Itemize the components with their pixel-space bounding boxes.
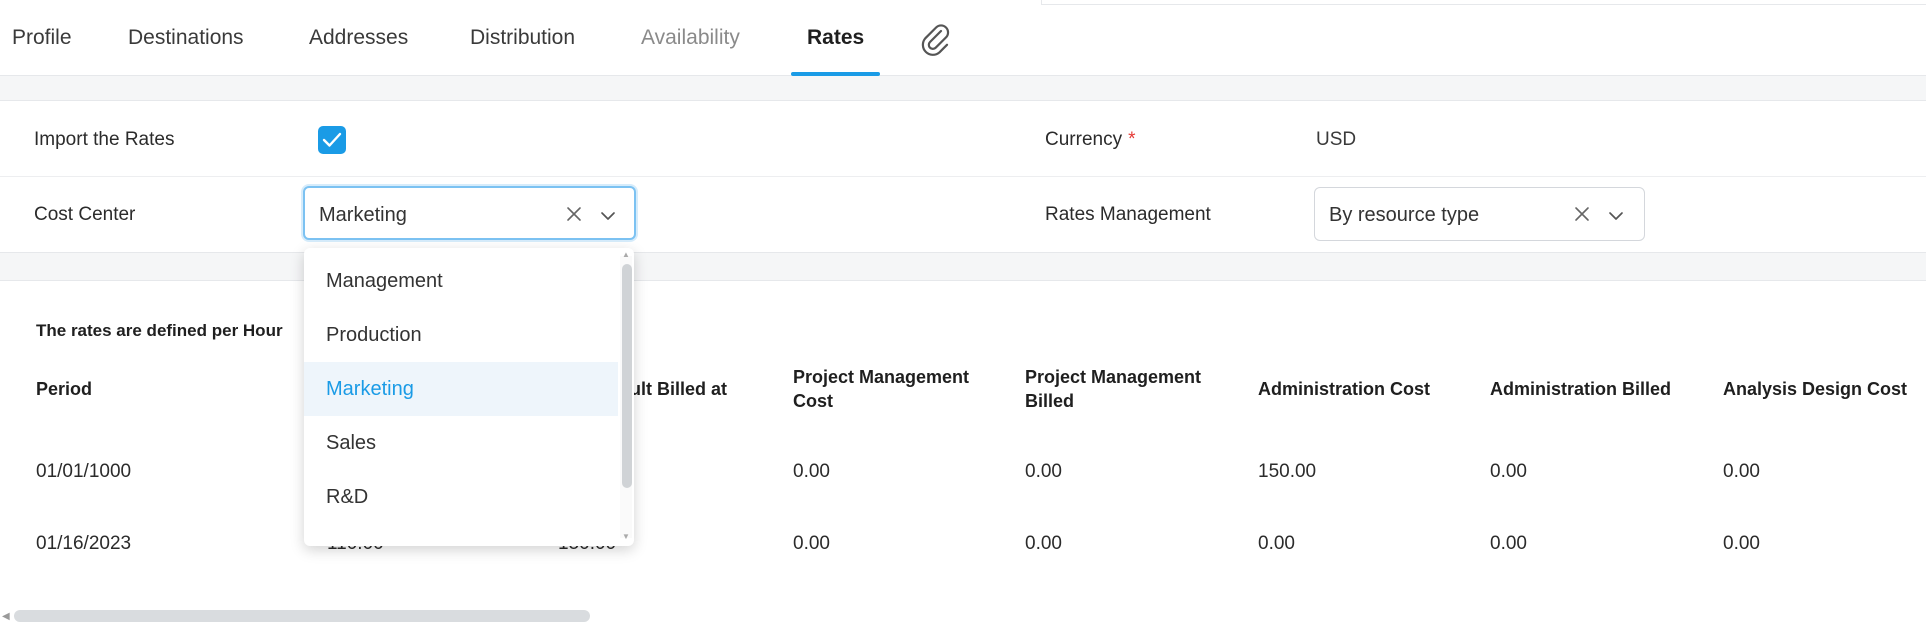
currency-value: USD xyxy=(1316,129,1357,150)
scroll-left-arrow-icon[interactable]: ◀ xyxy=(2,611,10,622)
tab-distribution[interactable]: Distribution xyxy=(470,26,575,76)
table-cell[interactable]: 0.00 xyxy=(1025,533,1062,555)
clear-icon[interactable] xyxy=(1572,204,1592,224)
required-asterisk: * xyxy=(1128,129,1136,150)
currency-label: Currency * xyxy=(1045,129,1135,151)
dropdown-option-sales[interactable]: Sales xyxy=(304,416,618,470)
cost-center-dropdown: Management Production Marketing Sales R&… xyxy=(304,248,634,546)
column-header-pm-billed: Project Management Billed xyxy=(1025,367,1202,411)
tab-rates[interactable]: Rates xyxy=(790,26,881,76)
table-cell[interactable]: 0.00 xyxy=(1490,461,1527,483)
table-cell[interactable]: 0.00 xyxy=(1723,533,1760,555)
table-cell[interactable]: 0.00 xyxy=(1723,461,1760,483)
table-cell[interactable]: 0.00 xyxy=(793,533,830,555)
column-header-admin-cost: Administration Cost xyxy=(1258,379,1431,399)
scroll-up-arrow-icon[interactable]: ▲ xyxy=(622,250,630,259)
table-cell[interactable]: 0.00 xyxy=(1025,461,1062,483)
rates-management-select[interactable]: By resource type xyxy=(1314,187,1645,241)
chevron-down-icon[interactable] xyxy=(1606,206,1626,226)
tab-destinations[interactable]: Destinations xyxy=(128,26,244,76)
column-header-analysis-design-cost: Analysis Design Cost xyxy=(1723,379,1908,399)
column-header-default-billed: ult Billed at xyxy=(630,379,728,399)
dropdown-option-management[interactable]: Management xyxy=(304,254,618,308)
dropdown-option-marketing[interactable]: Marketing xyxy=(304,362,618,416)
checkmark-icon xyxy=(322,132,342,147)
paperclip-icon[interactable] xyxy=(919,22,951,56)
table-cell[interactable]: 01/16/2023 xyxy=(36,533,131,555)
tab-availability[interactable]: Availability xyxy=(641,26,740,76)
rates-title: The rates are defined per Hour xyxy=(36,321,283,340)
import-rates-checkbox[interactable] xyxy=(318,126,346,154)
currency-label-text: Currency xyxy=(1045,129,1123,150)
table-cell[interactable]: 0.00 xyxy=(793,461,830,483)
column-header-period: Period xyxy=(36,379,93,399)
table-cell[interactable]: 01/01/1000 xyxy=(36,461,131,483)
rates-settings-form: Import the Rates Currency * USD Cost Cent… xyxy=(0,100,1926,253)
dropdown-option-rnd[interactable]: R&D xyxy=(304,470,618,524)
tab-bar: Profile Destinations Addresses Distribut… xyxy=(0,0,1926,76)
clear-icon[interactable] xyxy=(564,204,584,224)
column-header-pm-cost: Project Management Cost xyxy=(793,367,970,411)
table-cell[interactable]: 150.00 xyxy=(1258,461,1316,483)
import-rates-label: Import the Rates xyxy=(34,129,175,150)
dropdown-scrollbar-thumb[interactable] xyxy=(622,264,632,488)
rates-management-label: Rates Management xyxy=(1045,204,1211,225)
table-cell[interactable]: 0.00 xyxy=(1258,533,1295,555)
cost-center-label: Cost Center xyxy=(34,204,136,225)
tab-addresses[interactable]: Addresses xyxy=(309,26,408,76)
scroll-down-arrow-icon[interactable]: ▼ xyxy=(622,532,630,541)
rates-table-card: The rates are defined per Hour Period ul… xyxy=(0,280,1926,627)
table-cell[interactable]: 0.00 xyxy=(1490,533,1527,555)
rates-management-value: By resource type xyxy=(1329,204,1480,226)
horizontal-scrollbar-thumb[interactable] xyxy=(14,610,590,622)
tab-profile[interactable]: Profile xyxy=(12,26,72,76)
form-row-divider xyxy=(0,176,1926,177)
column-header-admin-billed: Administration Billed xyxy=(1490,379,1672,399)
dropdown-option-production[interactable]: Production xyxy=(304,308,618,362)
chevron-down-icon[interactable] xyxy=(598,206,618,226)
cost-center-select[interactable]: Marketing xyxy=(303,186,636,240)
top-divider xyxy=(1041,0,1926,5)
cost-center-value: Marketing xyxy=(319,204,407,226)
